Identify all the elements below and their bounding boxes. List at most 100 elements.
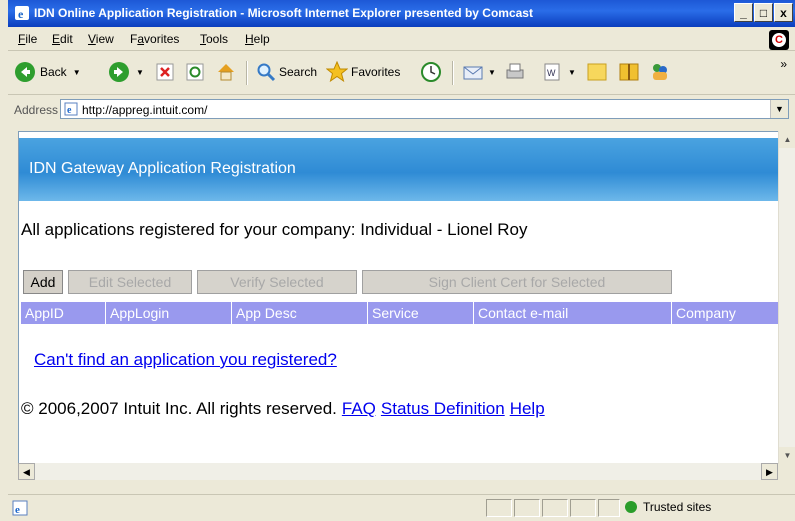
page-header-banner: IDN Gateway Application Registration [19, 138, 778, 201]
menu-accelerator: V [88, 32, 96, 46]
close-button[interactable]: x [774, 3, 793, 22]
discuss-icon [587, 63, 607, 81]
vertical-scrollbar[interactable]: ▲ ▼ [778, 131, 795, 464]
copyright-text: © 2006,2007 Intuit Inc. All rights reser… [21, 399, 337, 418]
home-button[interactable] [215, 59, 237, 85]
cant-find-application-link[interactable]: Can't find an application you registered… [34, 350, 337, 370]
svg-text:W: W [547, 68, 556, 78]
page-footer: © 2006,2007 Intuit Inc. All rights reser… [21, 399, 545, 419]
status-bar: e Trusted sites [8, 494, 795, 521]
address-input[interactable]: e http://appreg.intuit.com/ ▼ [60, 99, 789, 119]
column-header-appid[interactable]: AppID [21, 302, 105, 324]
edit-dropdown-icon[interactable]: ▼ [568, 68, 576, 77]
print-button[interactable] [504, 59, 526, 85]
back-arrow-icon [15, 62, 35, 82]
search-icon [257, 63, 276, 82]
back-label: Back [40, 65, 67, 79]
stop-button[interactable] [155, 59, 175, 85]
column-header-contact-email[interactable]: Contact e-mail [473, 302, 671, 324]
menu-view[interactable]: View [88, 32, 114, 46]
sign-client-cert-button[interactable]: Sign Client Cert for Selected [362, 270, 672, 294]
research-book-icon [619, 63, 639, 81]
forward-dropdown-icon[interactable]: ▼ [136, 68, 144, 77]
action-buttons: Add Edit Selected Verify Selected Sign C… [23, 270, 677, 294]
scroll-down-arrow-icon[interactable]: ▼ [779, 447, 795, 464]
search-button[interactable]: Search [256, 59, 317, 85]
page-status-icon: e [12, 500, 28, 516]
mail-icon [463, 66, 483, 80]
menu-edit[interactable]: Edit [52, 32, 73, 46]
menu-accelerator: a [137, 32, 145, 46]
status-cell [570, 499, 596, 517]
menu-accelerator: F [18, 32, 26, 46]
favorites-label: Favorites [351, 65, 401, 79]
toolbar-separator [452, 61, 454, 85]
menu-accelerator: T [200, 32, 206, 46]
forward-arrow-icon [109, 62, 129, 82]
minimize-button[interactable]: _ [734, 3, 753, 22]
column-header-app-desc[interactable]: App Desc [231, 302, 367, 324]
security-zone-label: Trusted sites [643, 500, 712, 514]
ie-icon: e [15, 6, 29, 21]
messenger-icon [653, 64, 667, 80]
column-header-service[interactable]: Service [367, 302, 473, 324]
word-edit-icon: W [544, 63, 560, 81]
window-controls: _ □ x [733, 3, 793, 22]
address-label: Address [14, 103, 59, 117]
maximize-button[interactable]: □ [754, 3, 773, 22]
refresh-button[interactable] [185, 59, 205, 85]
edit-button[interactable]: W ▼ [542, 59, 576, 85]
status-cell [514, 499, 540, 517]
page-header-title: IDN Gateway Application Registration [29, 160, 296, 177]
column-header-applogin[interactable]: AppLogin [105, 302, 231, 324]
help-link[interactable]: Help [510, 399, 545, 418]
back-dropdown-icon[interactable]: ▼ [73, 68, 81, 77]
discuss-button[interactable] [586, 59, 608, 85]
comcast-logo-icon: C [769, 30, 789, 50]
toolbar: Back ▼ ▼ Search Favorites ▼ W ▼ » [8, 51, 795, 95]
stop-icon [156, 63, 174, 81]
scroll-right-arrow-icon[interactable]: ▶ [761, 463, 778, 480]
security-zone[interactable]: Trusted sites [625, 500, 711, 514]
search-label: Search [279, 65, 318, 79]
forward-button[interactable]: ▼ [108, 59, 144, 85]
print-icon [506, 63, 524, 79]
trusted-sites-icon [625, 501, 637, 513]
scroll-up-arrow-icon[interactable]: ▲ [779, 131, 795, 148]
menu-help[interactable]: Help [245, 32, 270, 46]
faq-link[interactable]: FAQ [342, 399, 376, 418]
status-cell [542, 499, 568, 517]
svg-text:e: e [67, 105, 72, 116]
history-icon [421, 62, 441, 82]
add-button[interactable]: Add [23, 270, 63, 294]
refresh-icon [186, 63, 204, 81]
address-url: http://appreg.intuit.com/ [82, 103, 208, 117]
menu-tools[interactable]: Tools [200, 32, 228, 46]
edit-selected-button[interactable]: Edit Selected [68, 270, 192, 294]
favorites-button[interactable]: Favorites [326, 59, 400, 85]
history-button[interactable] [420, 59, 442, 85]
verify-selected-button[interactable]: Verify Selected [197, 270, 357, 294]
research-button[interactable] [618, 59, 640, 85]
window-title: IDN Online Application Registration - Mi… [34, 6, 533, 20]
menu-favorites[interactable]: Favorites [130, 32, 179, 46]
menu-bar: File Edit View Favorites Tools Help [8, 28, 795, 51]
browser-window: e IDN Online Application Registration - … [8, 0, 795, 520]
page-icon: e [64, 102, 78, 116]
home-icon [218, 64, 234, 81]
status-definition-link[interactable]: Status Definition [381, 399, 505, 418]
back-button[interactable]: Back ▼ [14, 59, 81, 85]
column-header-company[interactable]: Company [671, 302, 778, 324]
menu-accelerator: H [245, 32, 254, 46]
status-cell [486, 499, 512, 517]
horizontal-scrollbar[interactable]: ◀ ▶ [18, 463, 778, 480]
address-dropdown-icon[interactable]: ▼ [770, 100, 788, 118]
messenger-button[interactable] [648, 59, 672, 85]
mail-button[interactable]: ▼ [462, 59, 496, 85]
mail-dropdown-icon[interactable]: ▼ [488, 68, 496, 77]
scroll-left-arrow-icon[interactable]: ◀ [18, 463, 35, 480]
menu-file[interactable]: File [18, 32, 37, 46]
apps-heading: All applications registered for your com… [21, 220, 528, 239]
toolbar-overflow-chevron-icon[interactable]: » [780, 57, 787, 71]
title-bar[interactable]: e IDN Online Application Registration - … [8, 0, 795, 27]
